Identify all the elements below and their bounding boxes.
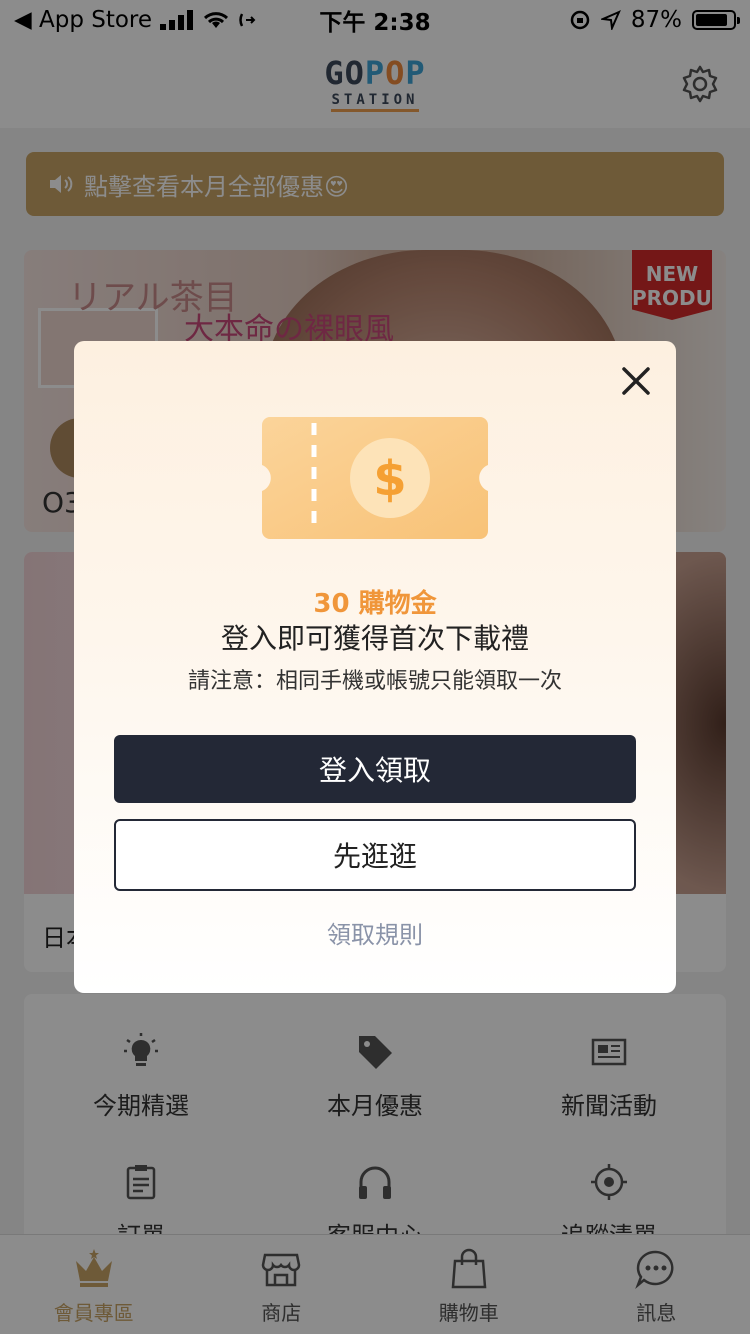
gift-headline: 登入即可獲得首次下載禮 (220, 622, 529, 655)
gift-amount: 30 購物金 (313, 589, 437, 619)
gift-note: 請注意：相同手機或帳號只能領取一次 (187, 669, 562, 694)
login-claim-button[interactable]: 登入領取 (114, 735, 636, 803)
browse-first-button[interactable]: 先逛逛 (114, 819, 636, 891)
dollar-icon: $ (373, 451, 406, 507)
close-icon[interactable] (620, 365, 652, 397)
claim-rules-link[interactable]: 領取規則 (74, 915, 676, 950)
login-gift-modal: $ 30 購物金 登入即可獲得首次下載禮 請注意：相同手機或帳號只能領取一次 登… (74, 341, 676, 993)
coupon-ticket-icon: $ (262, 417, 488, 539)
